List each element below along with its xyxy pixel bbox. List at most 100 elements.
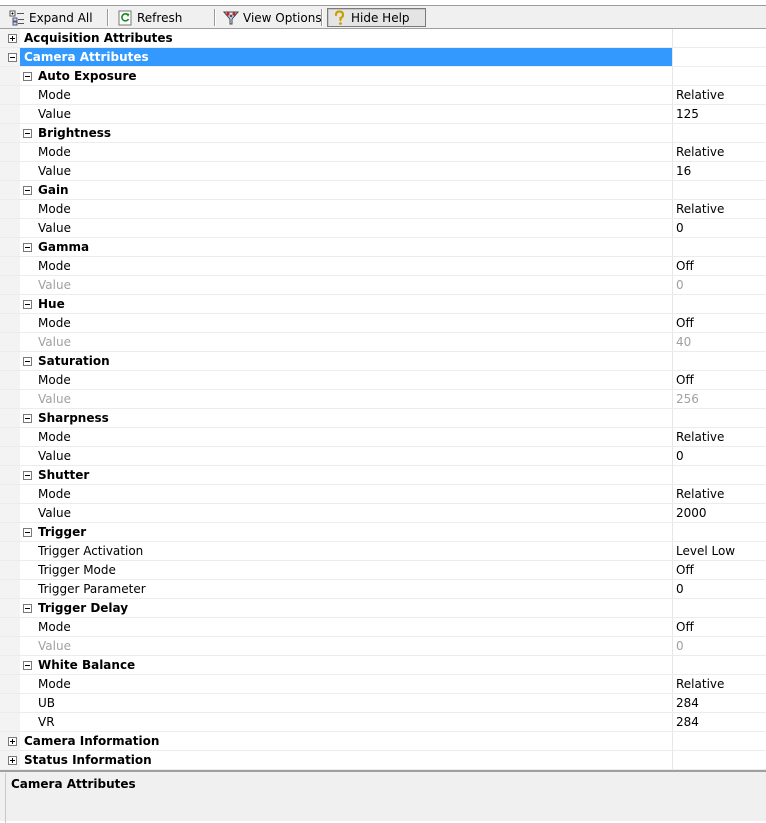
property-row-value[interactable]: Value 40 xyxy=(0,333,766,352)
property-value[interactable]: Relative xyxy=(676,86,724,104)
collapse-minus-icon[interactable] xyxy=(8,53,17,62)
property-value[interactable]: 284 xyxy=(676,713,699,731)
property-row-value[interactable]: Value 0 xyxy=(0,276,766,295)
toolbar-separator xyxy=(321,9,323,26)
property-value[interactable]: 16 xyxy=(676,162,691,180)
category-row-saturation[interactable]: Saturation xyxy=(0,352,766,371)
property-value[interactable]: Off xyxy=(676,314,694,332)
collapse-minus-icon[interactable] xyxy=(23,300,32,309)
property-name: Mode xyxy=(38,145,71,159)
property-name: Mode xyxy=(38,620,71,634)
category-row-brightness[interactable]: Brightness xyxy=(0,124,766,143)
collapse-minus-icon[interactable] xyxy=(23,661,32,670)
category-row-shutter[interactable]: Shutter xyxy=(0,466,766,485)
property-row-trigger-mode[interactable]: Trigger Mode Off xyxy=(0,561,766,580)
category-row-gamma[interactable]: Gamma xyxy=(0,238,766,257)
property-row-mode[interactable]: Mode Relative xyxy=(0,485,766,504)
property-row-trigger-activation[interactable]: Trigger Activation Level Low xyxy=(0,542,766,561)
property-row-mode[interactable]: Mode Relative xyxy=(0,428,766,447)
property-value[interactable]: Relative xyxy=(676,143,724,161)
property-value[interactable]: Relative xyxy=(676,428,724,446)
property-value: 0 xyxy=(676,639,684,653)
property-value[interactable]: Off xyxy=(676,371,694,389)
expand-all-button[interactable]: Expand All xyxy=(6,8,96,27)
expand-plus-icon[interactable] xyxy=(8,756,17,765)
property-row-vr[interactable]: VR 284 xyxy=(0,713,766,732)
property-row-trigger-parameter[interactable]: Trigger Parameter 0 xyxy=(0,580,766,599)
property-value[interactable]: Relative xyxy=(676,200,724,218)
category-row-white-balance[interactable]: White Balance xyxy=(0,656,766,675)
collapse-minus-icon[interactable] xyxy=(23,243,32,252)
property-value[interactable]: 2000 xyxy=(676,504,707,522)
category-row-sharpness[interactable]: Sharpness xyxy=(0,409,766,428)
expand-plus-icon[interactable] xyxy=(8,34,17,43)
toolbar: Expand All Refresh View Options Hide Hel… xyxy=(0,6,766,29)
collapse-minus-icon[interactable] xyxy=(23,72,32,81)
category-row-camera-attributes[interactable]: Camera Attributes xyxy=(0,48,766,67)
help-title: Camera Attributes xyxy=(11,777,136,791)
view-options-label: View Options xyxy=(243,10,322,25)
property-value[interactable]: 0 xyxy=(676,447,684,465)
property-row-mode[interactable]: Mode Relative xyxy=(0,86,766,105)
property-name: Gain xyxy=(38,183,69,197)
property-name: Value xyxy=(38,335,71,349)
property-name: Mode xyxy=(38,430,71,444)
view-options-button[interactable]: View Options xyxy=(220,8,325,27)
refresh-icon xyxy=(117,10,133,26)
property-grid[interactable]: Acquisition Attributes Camera Attributes A… xyxy=(0,29,766,770)
hide-help-button[interactable]: Hide Help xyxy=(327,8,426,27)
property-value[interactable]: Level Low xyxy=(676,542,735,560)
property-row-value[interactable]: Value 256 xyxy=(0,390,766,409)
collapse-minus-icon[interactable] xyxy=(23,129,32,138)
property-row-value[interactable]: Value 16 xyxy=(0,162,766,181)
property-name: Gamma xyxy=(38,240,90,254)
hide-help-label: Hide Help xyxy=(351,10,410,25)
property-name: Shutter xyxy=(38,468,90,482)
property-row-value[interactable]: Value 0 xyxy=(0,637,766,656)
collapse-minus-icon[interactable] xyxy=(23,357,32,366)
property-value[interactable]: 0 xyxy=(676,580,684,598)
category-row-trigger-delay[interactable]: Trigger Delay xyxy=(0,599,766,618)
collapse-minus-icon[interactable] xyxy=(23,528,32,537)
property-row-mode[interactable]: Mode Off xyxy=(0,257,766,276)
property-name: Acquisition Attributes xyxy=(24,31,173,45)
property-value[interactable]: Off xyxy=(676,561,694,579)
property-row-value[interactable]: Value 0 xyxy=(0,447,766,466)
property-row-mode[interactable]: Mode Off xyxy=(0,618,766,637)
property-row-mode[interactable]: Mode Relative xyxy=(0,143,766,162)
category-row-auto-exposure[interactable]: Auto Exposure xyxy=(0,67,766,86)
property-row-mode[interactable]: Mode Relative xyxy=(0,200,766,219)
help-pane: Camera Attributes xyxy=(0,770,766,823)
property-row-value[interactable]: Value 125 xyxy=(0,105,766,124)
property-name: Value xyxy=(38,449,71,463)
property-row-mode[interactable]: Mode Relative xyxy=(0,675,766,694)
property-value[interactable]: Off xyxy=(676,257,694,275)
collapse-minus-icon[interactable] xyxy=(23,471,32,480)
expand-plus-icon[interactable] xyxy=(8,737,17,746)
category-row-camera-information[interactable]: Camera Information xyxy=(0,732,766,751)
property-value[interactable]: Relative xyxy=(676,485,724,503)
category-row-status-information[interactable]: Status Information xyxy=(0,751,766,770)
property-name: White Balance xyxy=(38,658,136,672)
category-row-trigger[interactable]: Trigger xyxy=(0,523,766,542)
category-row-acquisition-attributes[interactable]: Acquisition Attributes xyxy=(0,29,766,48)
category-row-gain[interactable]: Gain xyxy=(0,181,766,200)
refresh-button[interactable]: Refresh xyxy=(114,8,185,27)
property-value[interactable]: 125 xyxy=(676,105,699,123)
collapse-minus-icon[interactable] xyxy=(23,186,32,195)
property-row-mode[interactable]: Mode Off xyxy=(0,371,766,390)
property-value[interactable]: 284 xyxy=(676,694,699,712)
property-value[interactable]: Off xyxy=(676,618,694,636)
property-name: Mode xyxy=(38,259,71,273)
property-row-value[interactable]: Value 2000 xyxy=(0,504,766,523)
property-row-value[interactable]: Value 0 xyxy=(0,219,766,238)
property-row-mode[interactable]: Mode Off xyxy=(0,314,766,333)
property-name: Mode xyxy=(38,88,71,102)
category-row-hue[interactable]: Hue xyxy=(0,295,766,314)
property-name: Hue xyxy=(38,297,65,311)
property-row-ub[interactable]: UB 284 xyxy=(0,694,766,713)
collapse-minus-icon[interactable] xyxy=(23,414,32,423)
property-value[interactable]: Relative xyxy=(676,675,724,693)
collapse-minus-icon[interactable] xyxy=(23,604,32,613)
property-value[interactable]: 0 xyxy=(676,219,684,237)
